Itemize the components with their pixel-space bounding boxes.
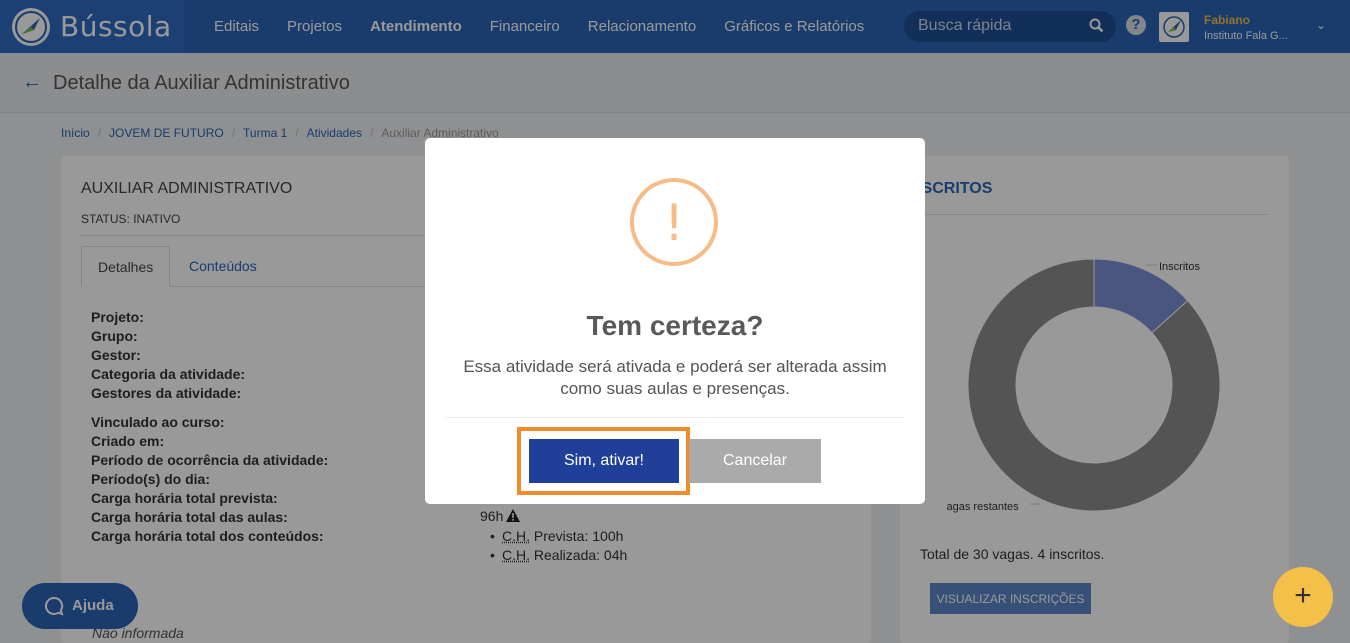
add-fab-button[interactable]: + [1273, 567, 1333, 627]
cancel-button[interactable]: Cancelar [689, 439, 821, 483]
exclamation-icon: ! [663, 194, 685, 252]
confirm-dialog: ! Tem certeza? Essa atividade será ativa… [425, 138, 925, 504]
dialog-message: Essa atividade será ativada e poderá ser… [463, 357, 887, 398]
dialog-title: Tem certeza? [586, 310, 764, 341]
warning-circle-icon: ! [630, 178, 718, 266]
confirm-activate-button[interactable]: Sim, ativar! [529, 439, 679, 483]
divider [445, 417, 905, 418]
confirm-highlight: Sim, ativar! [517, 427, 690, 495]
